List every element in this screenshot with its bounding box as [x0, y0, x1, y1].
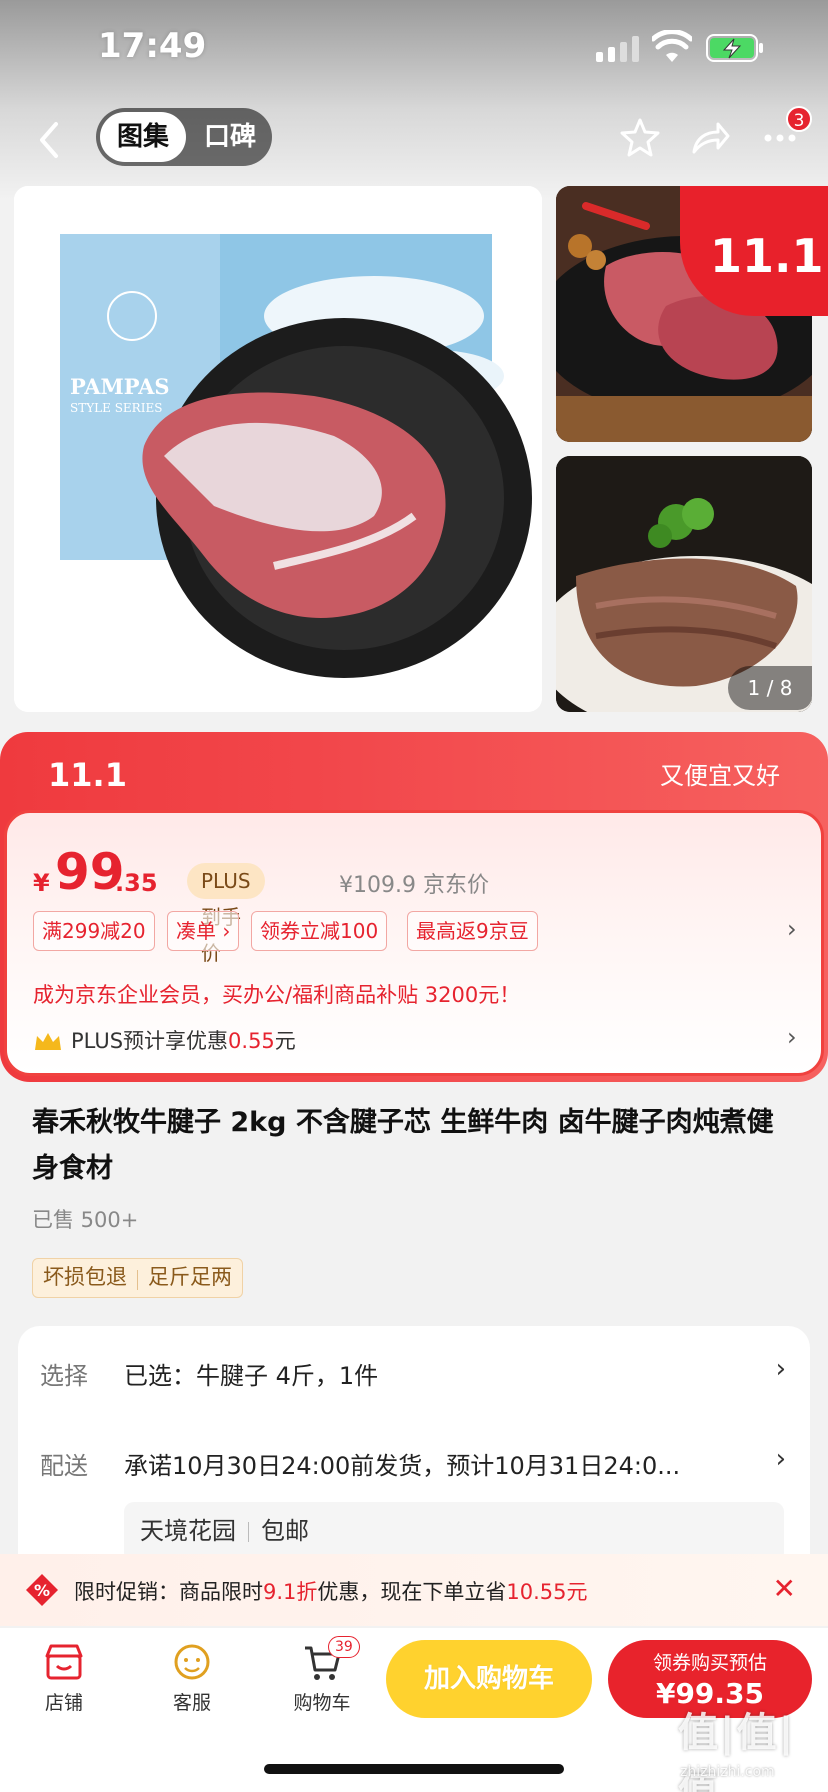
svg-text:STYLE SERIES: STYLE SERIES [70, 401, 162, 415]
discount-percent-icon: % [26, 1574, 58, 1606]
main-product-image[interactable]: PAMPAS STYLE SERIES [14, 186, 542, 712]
coupon-jd-beans[interactable]: 最高返9京豆 [407, 911, 538, 951]
customer-service-button[interactable]: 客服 [152, 1642, 232, 1715]
double-11-promo-card: 11.11 又便宜又好 ¥ 99 .35 PLUS到手价 ¥109.9 京东价 … [0, 732, 828, 1082]
back-arrow-icon[interactable] [30, 116, 70, 164]
guarantee-damage-refund: 坏损包退 [43, 1265, 127, 1289]
enterprise-member-promo[interactable]: 成为京东企业会员，买办公/福利商品补贴 3200元！ [33, 979, 520, 1009]
promo-middle: 优惠，现在下单立省 [317, 1580, 507, 1604]
coupon-instant-discount[interactable]: 领券立减100 [251, 911, 388, 951]
message-count-badge: 3 [786, 106, 812, 132]
tab-gallery[interactable]: 图集 [100, 112, 186, 162]
delivery-chevron-icon[interactable]: › [776, 1444, 786, 1474]
status-time: 17:49 [98, 26, 207, 66]
close-icon[interactable]: ✕ [773, 1572, 796, 1605]
product-gallery: PAMPAS STYLE SERIES 11.1 1 / 8 [0, 186, 828, 716]
promo-discount: 9.1折 [263, 1580, 318, 1604]
coupon-chevron-icon[interactable]: › [787, 915, 797, 943]
limited-promo-bar: % 限时促销：商品限时9.1折优惠，现在下单立省10.55元 ✕ [0, 1554, 828, 1626]
store-label: 店铺 [44, 1692, 83, 1714]
delivery-info[interactable]: 承诺10月30日24:00前发货，预计10月31日24:0... [124, 1446, 680, 1481]
svg-text:PAMPAS: PAMPAS [70, 374, 170, 399]
service-icon [174, 1644, 210, 1680]
limited-promo-text: 限时促销：商品限时9.1折优惠，现在下单立省10.55元 [74, 1576, 588, 1606]
wifi-icon [652, 30, 692, 62]
coupon-full-reduction[interactable]: 满299减20 [33, 911, 155, 951]
double-11-logo: 11.11 [48, 756, 128, 794]
store-button[interactable]: 店铺 [24, 1642, 104, 1715]
store-icon [45, 1644, 83, 1680]
crown-icon [35, 1033, 61, 1050]
selected-spec[interactable]: 已选：牛腱子 4斤，1件 [124, 1356, 378, 1391]
plus-chevron-icon[interactable]: › [787, 1023, 797, 1051]
promo-slogan: 又便宜又好 [660, 762, 780, 790]
battery-charging-icon [706, 34, 763, 62]
plus-discount-label: PLUS预计享优惠 [71, 1029, 229, 1053]
delivery-label: 配送 [40, 1452, 88, 1480]
jd-original-price: ¥109.9 京东价 [339, 873, 489, 898]
spec-delivery-card: 选择 已选：牛腱子 4斤，1件 › 配送 承诺10月30日24:00前发货，预计… [18, 1326, 810, 1586]
select-label: 选择 [40, 1362, 88, 1390]
gallery-page-indicator: 1 / 8 [728, 666, 812, 710]
price-currency: ¥ [33, 869, 50, 897]
plus-discount-unit: 元 [274, 1029, 296, 1053]
select-chevron-icon[interactable]: › [776, 1354, 786, 1384]
cart-label: 购物车 [293, 1692, 351, 1714]
tab-reviews[interactable]: 口碑 [192, 112, 268, 162]
plus-discount-line[interactable]: PLUS预计享优惠0.55元 [33, 1025, 296, 1055]
promo-prefix: 限时促销：商品限时 [74, 1580, 263, 1604]
address-divider [248, 1522, 249, 1542]
svg-text:11.11: 11.11 [48, 756, 128, 794]
svg-text:%: % [34, 1581, 50, 1600]
watermark-url: zhizhizhi.com [680, 1764, 775, 1780]
favorite-star-icon[interactable] [616, 114, 664, 162]
coupon-add-on[interactable]: 凑单 › [167, 911, 240, 951]
product-title: 春禾秋牧牛腱子 2kg 不含腱子芯 生鲜牛肉 卤牛腱子肉炖煮健身食材 [32, 1107, 774, 1184]
cart-button[interactable]: 购物车 39 [282, 1636, 362, 1715]
address-name: 天境花园 [140, 1517, 236, 1545]
share-icon[interactable] [686, 114, 734, 162]
svg-text:11.11: 11.11 [710, 229, 828, 283]
plus-discount-amount: 0.55 [228, 1029, 275, 1053]
service-label: 客服 [172, 1692, 211, 1714]
promo-save-amount: 10.55元 [506, 1580, 588, 1604]
double-11-badge: 11.11 [680, 186, 828, 316]
top-nav-bar: 图集 口碑 3 [0, 100, 828, 180]
sold-count: 已售 500+ [32, 1208, 139, 1232]
product-title-block: 春禾秋牧牛腱子 2kg 不含腱子芯 生鲜牛肉 卤牛腱子肉炖煮健身食材 已售 50… [32, 1100, 792, 1234]
price-panel: ¥ 99 .35 PLUS到手价 ¥109.9 京东价 满299减20 凑单 ›… [4, 810, 824, 1076]
buy-button-caption: 领券购买预估 [652, 1652, 767, 1674]
gallery-tab-switch: 图集 口碑 [96, 108, 272, 166]
delivery-address[interactable]: 天境花园 包邮 [124, 1502, 784, 1562]
shipping-free: 包邮 [261, 1517, 309, 1545]
guarantee-tags[interactable]: 坏损包退 足斤足两 [32, 1258, 243, 1298]
status-bar: 17:49 [0, 0, 828, 100]
cellular-signal-icon [596, 36, 639, 62]
plus-price-tag: PLUS到手价 [187, 863, 265, 965]
home-indicator [264, 1764, 564, 1774]
add-to-cart-button[interactable]: 加入购物车 [386, 1640, 592, 1718]
guarantee-full-weight: 足斤足两 [148, 1265, 232, 1289]
cart-count-badge: 39 [328, 1636, 360, 1658]
price-decimal: .35 [115, 869, 158, 897]
